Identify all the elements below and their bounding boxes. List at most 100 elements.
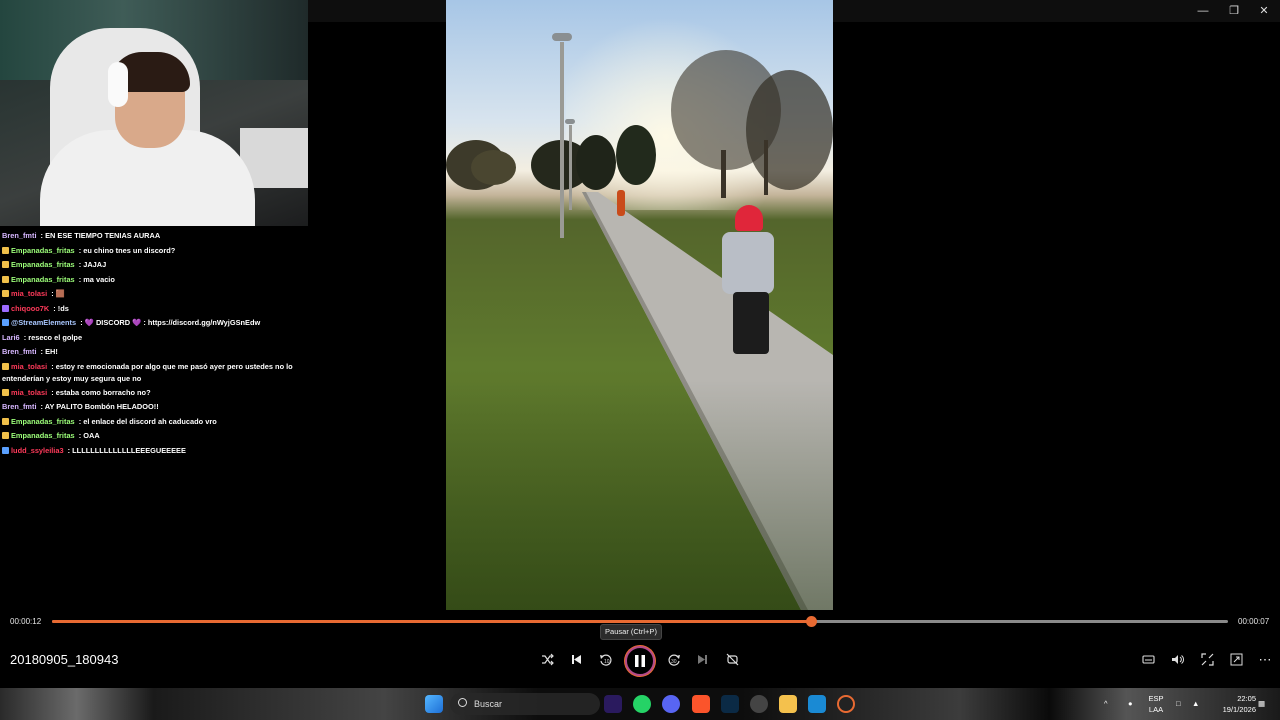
obs-icon[interactable]	[750, 695, 768, 713]
pause-button[interactable]	[625, 646, 655, 676]
chat-username: chiqooo7K	[11, 303, 50, 313]
chat-text: : EH!	[38, 347, 58, 356]
chat-username: Empanadas_fritas	[11, 431, 75, 440]
chat-message: Empanadas_fritas : OAA	[2, 429, 302, 444]
keyboard-layout[interactable]: LAA	[1146, 705, 1166, 714]
chat-text: : !ds	[51, 303, 69, 313]
chat-message: Empanadas_fritas : JAJAJ	[2, 258, 302, 273]
chat-username: mia_tolasi	[11, 289, 48, 298]
chat-text: : 💜 DISCORD 💜 : https://discord.gg/nWyjG…	[78, 318, 261, 327]
chat-username: Empanadas_fritas	[11, 245, 75, 255]
chat-username: Empanadas_fritas	[11, 274, 75, 284]
fullscreen-icon[interactable]	[1195, 648, 1219, 672]
discord-icon[interactable]	[662, 695, 680, 713]
chat-badge-icon	[2, 362, 9, 370]
volume-icon[interactable]	[1165, 648, 1189, 672]
next-icon[interactable]	[690, 648, 714, 672]
chat-badge-icon	[2, 275, 9, 283]
chat-message: Empanadas_fritas : ma vacio	[2, 273, 302, 288]
chat-username: mia_tolasi	[11, 387, 48, 397]
webcam-overlay	[0, 0, 308, 226]
search-icon	[458, 698, 467, 707]
chat-message: Bren_fmti : AY PALITO Bombón HELADOO!!	[2, 400, 302, 415]
speaker-icon[interactable]: ▲	[1192, 699, 1199, 708]
chat-badge-icon	[2, 446, 9, 454]
taskbar-search[interactable]: Buscar	[450, 693, 600, 715]
chevron-up-icon[interactable]: ^	[1104, 699, 1108, 708]
clock-date[interactable]: 19/1/2026	[1210, 705, 1256, 714]
chat-text: : AY PALITO Bombón HELADOO!!	[38, 402, 159, 411]
seek-bar-fill	[52, 620, 811, 623]
notifications-icon[interactable]: ▦	[1258, 699, 1265, 708]
chat-username: Lari6	[2, 332, 20, 342]
chat-username: ludd_ssyleilia3	[11, 445, 64, 455]
chat-overlay: Bren_fmti : EN ESE TIEMPO TENIAS AURAA Em…	[2, 229, 302, 458]
chat-text: : JAJAJ	[76, 260, 107, 269]
chat-badge-icon	[2, 388, 9, 396]
chat-message: Empanadas_fritas : eu chino tnes un disc…	[2, 244, 302, 259]
chat-message: Bren_fmti : EN ESE TIEMPO TENIAS AURAA	[2, 229, 302, 244]
file-name: 20180905_180943	[10, 652, 119, 667]
svg-text:30: 30	[671, 659, 677, 665]
chat-text: : EN ESE TIEMPO TENIAS AURAA	[38, 231, 161, 240]
chat-message: mia_tolasi : 🟫	[2, 287, 302, 302]
seek-handle[interactable]	[805, 616, 817, 627]
close-icon[interactable]: ✕	[1248, 0, 1280, 22]
clock-time[interactable]: 22:05	[1210, 694, 1256, 703]
chat-username: Bren_fmti	[2, 231, 37, 240]
chat-text: : 🟫	[49, 289, 65, 298]
premiere-icon[interactable]	[604, 695, 622, 713]
chat-badge-icon	[2, 432, 9, 439]
chat-badge-icon	[2, 319, 9, 326]
repeat-off-icon[interactable]	[720, 648, 744, 672]
photoshop-icon[interactable]	[721, 695, 739, 713]
chat-text: : reseco el golpe	[21, 332, 83, 342]
chat-message: ludd_ssyleilia3 : LLLLLLLLLLLLLLEEEGUEEE…	[2, 444, 302, 459]
whatsapp-icon[interactable]	[633, 695, 651, 713]
chat-username: Bren_fmti	[2, 347, 37, 356]
language-indicator[interactable]: ESP	[1146, 694, 1166, 703]
chat-message: Bren_fmti : EH!	[2, 345, 302, 360]
chat-badge-icon	[2, 246, 9, 254]
chat-message: Empanadas_fritas : el enlace del discord…	[2, 415, 302, 430]
photos-icon[interactable]	[808, 695, 826, 713]
chat-badge-icon	[2, 261, 9, 268]
video-frame[interactable]	[446, 0, 833, 610]
windows-start-icon[interactable]	[425, 695, 443, 713]
rewind-10-icon[interactable]: 10	[594, 648, 618, 672]
chat-message: mia_tolasi : estaba como borracho no?	[2, 386, 302, 401]
brave-icon[interactable]	[692, 695, 710, 713]
chat-badge-icon	[2, 290, 9, 297]
file-explorer-icon[interactable]	[779, 695, 797, 713]
media-player-icon[interactable]	[837, 695, 855, 713]
chat-text: : LLLLLLLLLLLLLLEEEGUEEEEE	[65, 445, 186, 455]
chat-username: Empanadas_fritas	[11, 260, 75, 269]
forward-30-icon[interactable]: 30	[662, 648, 686, 672]
pause-tooltip: Pausar (Ctrl+P)	[600, 624, 662, 640]
minimize-icon[interactable]: —	[1187, 0, 1219, 22]
current-time: 00:00:12	[10, 617, 42, 626]
chat-message: chiqooo7K : !ds	[2, 302, 302, 317]
chat-badge-icon	[2, 304, 9, 312]
chat-text: : estaba como borracho no?	[49, 387, 151, 397]
shuffle-icon[interactable]	[535, 648, 559, 672]
chat-username: Empanadas_fritas	[11, 416, 75, 426]
svg-text:10: 10	[604, 659, 610, 665]
chat-username: Bren_fmti	[2, 402, 37, 411]
maximize-icon[interactable]: ❐	[1218, 0, 1250, 22]
subtitles-icon[interactable]	[1136, 648, 1160, 672]
chat-username: mia_tolasi	[11, 361, 48, 371]
more-options-icon[interactable]: ⋯	[1253, 648, 1277, 672]
seek-bar[interactable]	[52, 616, 1228, 627]
chat-text: : OAA	[76, 431, 100, 440]
microphone-icon[interactable]: ●	[1128, 699, 1133, 708]
chat-text: : el enlace del discord ah caducado vro	[76, 416, 217, 426]
chat-text: : eu chino tnes un discord?	[76, 245, 176, 255]
network-icon[interactable]: □	[1176, 699, 1181, 708]
chat-message: Lari6 : reseco el golpe	[2, 331, 302, 346]
miniplayer-icon[interactable]	[1224, 648, 1248, 672]
chat-message: mia_tolasi : estoy re emocionada por alg…	[2, 360, 302, 386]
chat-text: : ma vacio	[76, 274, 115, 284]
previous-icon[interactable]	[564, 648, 588, 672]
total-time: 00:00:07	[1238, 617, 1270, 626]
